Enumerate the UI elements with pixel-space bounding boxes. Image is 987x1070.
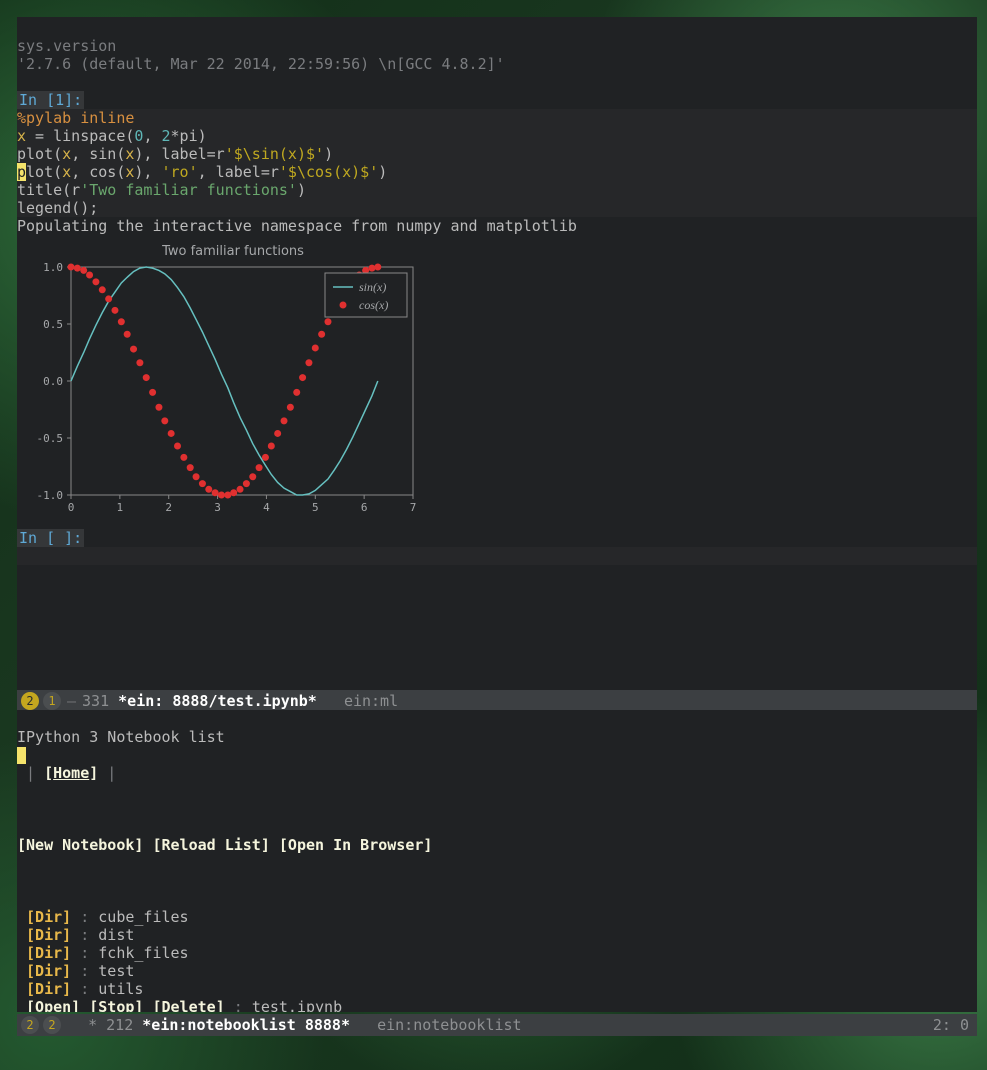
list-item: [Dir] : cube_files: [17, 908, 977, 926]
dir-name: test: [98, 962, 134, 980]
svg-text:-0.5: -0.5: [37, 432, 64, 445]
modeline-window-index: 2: [43, 1016, 61, 1034]
svg-text:3: 3: [214, 501, 221, 514]
open-in-browser-button[interactable]: [Open In Browser]: [279, 836, 433, 854]
home-link[interactable]: Home: [53, 764, 89, 782]
populating-output: Populating the interactive namespace fro…: [17, 217, 977, 235]
notebook-pane[interactable]: sys.version '2.7.6 (default, Mar 22 2014…: [17, 17, 977, 690]
notebooklist-title: IPython 3 Notebook list: [17, 728, 977, 746]
cursor-bottom: [17, 747, 26, 764]
cursor-pos: 2: 0: [933, 1016, 969, 1034]
modeline-window-index: 1: [43, 692, 61, 710]
list-item: [Dir] : test: [17, 962, 977, 980]
list-item: [Open] [Stop] [Delete] : test.ipynb: [17, 998, 977, 1012]
in-prompt-1: In [1]:: [17, 91, 84, 109]
svg-text:Two familiar functions: Two familiar functions: [161, 244, 304, 259]
major-mode: ein:notebooklist: [377, 1016, 522, 1034]
code-cell-1[interactable]: %pylab inline x = linspace(0, 2*pi) plot…: [17, 109, 977, 217]
matplotlib-output: Two familiar functions 0 1 2 3 4 5 6 7 -1.0 -0.5 0.…: [23, 239, 423, 519]
output-line: sys.version: [17, 37, 977, 55]
modeline-size: 331: [82, 692, 109, 710]
nb-name: test.ipynb: [252, 998, 342, 1012]
svg-text:5: 5: [312, 501, 319, 514]
buffer-name: *ein:notebooklist 8888*: [142, 1016, 350, 1034]
svg-text:2: 2: [165, 501, 172, 514]
dir-name: cube_files: [98, 908, 188, 926]
dir-button[interactable]: [Dir]: [26, 980, 71, 998]
chart-svg: Two familiar functions 0 1 2 3 4 5 6 7 -1.0 -0.5 0.…: [23, 239, 423, 519]
svg-text:7: 7: [410, 501, 417, 514]
dir-name: utils: [98, 980, 143, 998]
list-item: [Dir] : utils: [17, 980, 977, 998]
list-item: [Dir] : dist: [17, 926, 977, 944]
dir-button[interactable]: [Dir]: [26, 944, 71, 962]
svg-text:4: 4: [263, 501, 270, 514]
svg-text:0.5: 0.5: [43, 318, 63, 331]
empty-code-cell[interactable]: [17, 547, 977, 565]
modeline-size: 212: [106, 1016, 133, 1034]
output-line: '2.7.6 (default, Mar 22 2014, 22:59:56) …: [17, 55, 977, 73]
open-button[interactable]: [Open]: [26, 998, 80, 1012]
list-item: [Dir] : fchk_files: [17, 944, 977, 962]
svg-text:sin(x): sin(x): [359, 280, 386, 294]
stop-button[interactable]: [Stop]: [89, 998, 143, 1012]
modeline-top: 2 1 — 331 *ein: 8888/test.ipynb* ein:ml …: [17, 690, 977, 712]
svg-text:-1.0: -1.0: [37, 489, 64, 502]
modeline-window-count: 2: [21, 692, 39, 710]
svg-text:cos(x): cos(x): [359, 298, 388, 312]
notebooklist-pane[interactable]: IPython 3 Notebook list | [Home] | [New …: [17, 710, 977, 1012]
svg-text:1: 1: [117, 501, 124, 514]
dir-button[interactable]: [Dir]: [26, 926, 71, 944]
svg-text:0: 0: [68, 501, 75, 514]
in-prompt-blank: In [ ]:: [17, 529, 84, 547]
dir-name: fchk_files: [98, 944, 188, 962]
dir-button[interactable]: [Dir]: [26, 908, 71, 926]
dir-name: dist: [98, 926, 134, 944]
modeline-bottom: 2 2 * 212 *ein:notebooklist 8888* ein:no…: [17, 1014, 977, 1036]
svg-text:6: 6: [361, 501, 368, 514]
cursor: p: [17, 163, 26, 181]
major-mode: ein:ml: [344, 692, 398, 710]
svg-text:0.0: 0.0: [43, 375, 63, 388]
buffer-name: *ein: 8888/test.ipynb*: [118, 692, 317, 710]
reload-list-button[interactable]: [Reload List]: [152, 836, 269, 854]
svg-text:1.0: 1.0: [43, 261, 63, 274]
new-notebook-button[interactable]: [New Notebook]: [17, 836, 143, 854]
dir-button[interactable]: [Dir]: [26, 962, 71, 980]
code-magic: %pylab inline: [17, 109, 134, 127]
delete-button[interactable]: [Delete]: [152, 998, 224, 1012]
modeline-window-count: 2: [21, 1016, 39, 1034]
